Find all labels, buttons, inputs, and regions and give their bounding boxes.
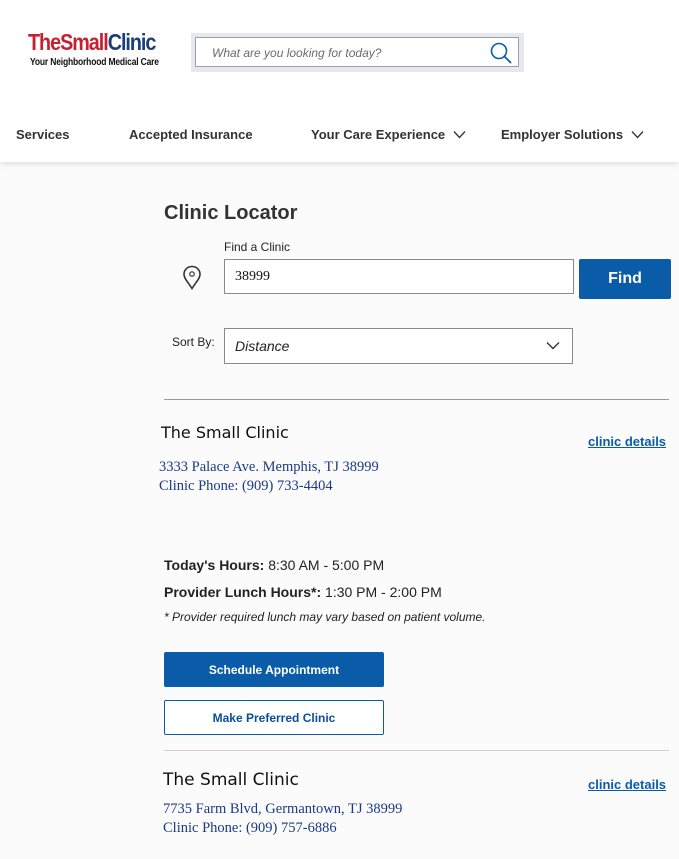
search-box	[195, 37, 519, 67]
find-button[interactable]: Find	[579, 259, 671, 299]
chevron-down-icon	[546, 342, 560, 350]
lunch-hours-label: Provider Lunch Hours*:	[164, 584, 322, 600]
nav-label: Services	[16, 127, 70, 142]
nav-label: Your Care Experience	[311, 127, 446, 142]
lunch-hours-value: 1:30 PM - 2:00 PM	[321, 584, 442, 600]
sort-by-select[interactable]: Distance	[224, 328, 573, 364]
chevron-down-icon	[631, 131, 644, 139]
search-container	[191, 33, 524, 72]
search-icon[interactable]	[490, 42, 512, 64]
search-input[interactable]	[212, 44, 472, 62]
clinic-details-link[interactable]: clinic details	[588, 434, 666, 449]
todays-hours-value: 8:30 AM - 5:00 PM	[264, 557, 385, 573]
logo-wordmark: TheSmallClinic	[28, 29, 156, 55]
nav-item-accepted-insurance[interactable]: Accepted Insurance	[129, 127, 253, 142]
divider	[164, 750, 669, 751]
lunch-hours: Provider Lunch Hours*: 1:30 PM - 2:00 PM	[164, 584, 442, 600]
find-clinic-label: Find a Clinic	[224, 240, 291, 254]
clinic-address-block: 7735 Farm Blvd, Germantown, TJ 38999 Cli…	[163, 800, 402, 838]
schedule-appointment-button[interactable]: Schedule Appointment	[164, 652, 384, 687]
page-title: Clinic Locator	[164, 202, 298, 224]
clinic-phone[interactable]: Clinic Phone: (909) 757-6886	[163, 819, 402, 838]
todays-hours-label: Today's Hours:	[164, 557, 265, 573]
nav-label: Accepted Insurance	[129, 127, 253, 142]
clinic-name: The Small Clinic	[161, 423, 289, 442]
clinic-address-block: 3333 Palace Ave. Memphis, TJ 38999 Clini…	[159, 458, 379, 496]
clinic-name: The Small Clinic	[163, 770, 299, 790]
chevron-down-icon	[453, 131, 466, 139]
clinic-details-link[interactable]: clinic details	[588, 777, 666, 792]
site-header: TheSmallClinic Your Neighborhood Medical…	[0, 0, 679, 162]
nav-item-your-care-experience[interactable]: Your Care Experience	[311, 127, 466, 142]
divider	[164, 399, 669, 400]
clinic-address: 3333 Palace Ave. Memphis, TJ 38999	[159, 459, 379, 475]
logo-tagline: Your Neighborhood Medical Care	[30, 57, 159, 68]
sort-selected-value: Distance	[235, 338, 290, 354]
clinic-phone[interactable]: Clinic Phone: (909) 733-4404	[159, 477, 379, 496]
main-nav: Services Accepted Insurance Your Care Ex…	[0, 127, 679, 145]
lunch-note: * Provider required lunch may vary based…	[164, 610, 486, 624]
zip-code-input[interactable]	[224, 259, 574, 294]
clinic-address: 7735 Farm Blvd, Germantown, TJ 38999	[163, 801, 403, 817]
location-pin-icon	[183, 265, 201, 290]
site-logo[interactable]: TheSmallClinic Your Neighborhood Medical…	[28, 30, 182, 68]
nav-item-employer-solutions[interactable]: Employer Solutions	[501, 127, 644, 142]
todays-hours: Today's Hours: 8:30 AM - 5:00 PM	[164, 557, 384, 573]
sort-by-label: Sort By:	[172, 335, 215, 349]
nav-item-services[interactable]: Services	[16, 127, 70, 142]
make-preferred-clinic-button[interactable]: Make Preferred Clinic	[164, 700, 384, 735]
nav-label: Employer Solutions	[501, 127, 624, 142]
